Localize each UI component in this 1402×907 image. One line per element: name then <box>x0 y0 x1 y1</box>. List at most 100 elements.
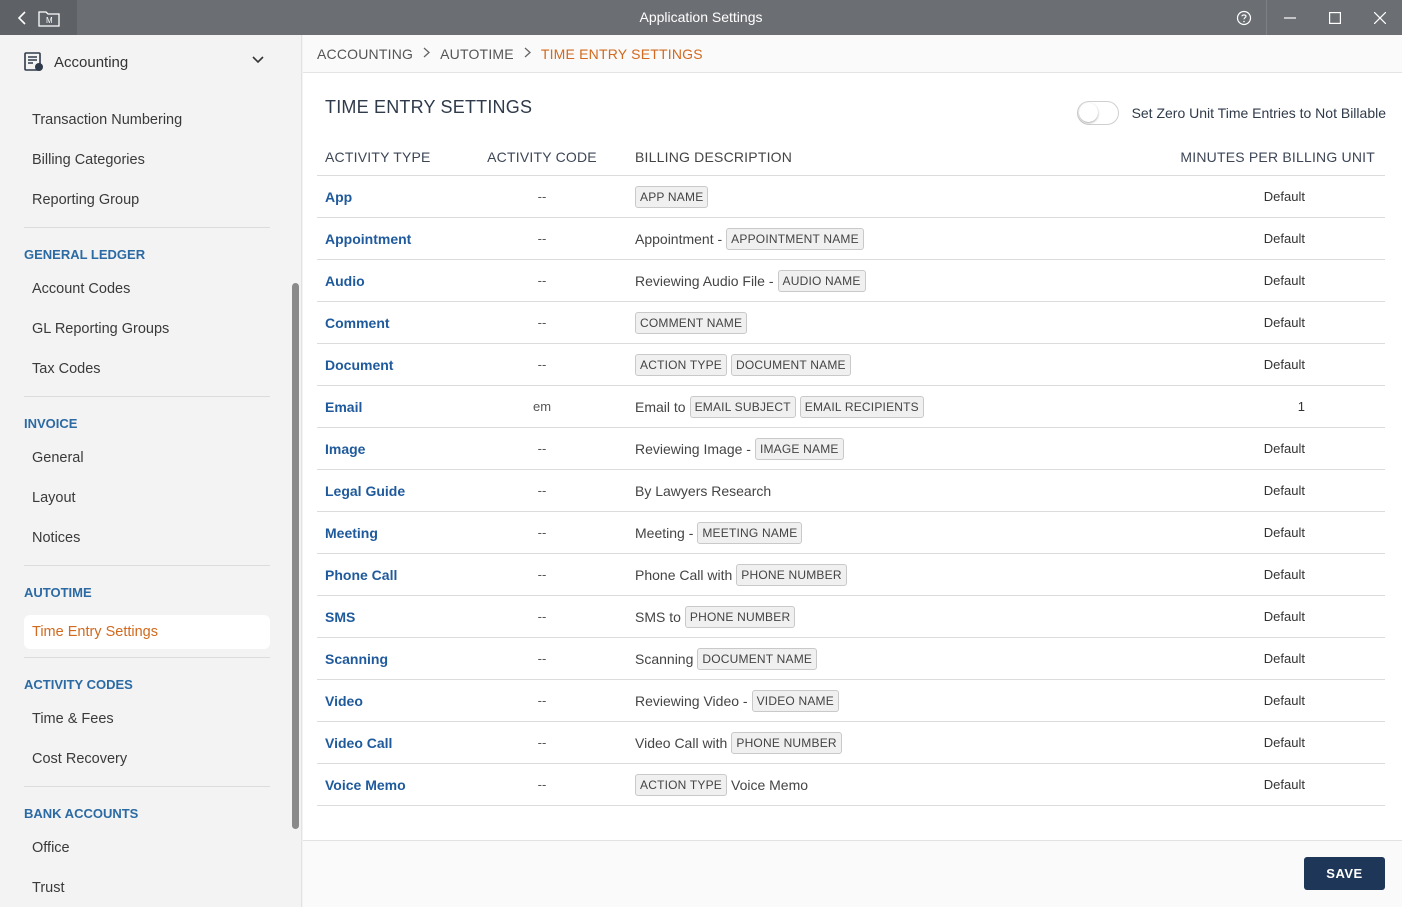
minutes-cell: Default <box>1263 525 1305 540</box>
sidebar-item-cost-recovery[interactable]: Cost Recovery <box>0 744 290 784</box>
placeholder-token: DOCUMENT NAME <box>697 647 818 670</box>
billing-description-cell: Reviewing Audio File - AUDIO NAME <box>617 269 1177 292</box>
module-selector[interactable]: Accounting <box>0 35 290 89</box>
activity-type-link[interactable]: Meeting <box>317 525 467 541</box>
header-minutes-per-billing-unit: MINUTES PER BILLING UNIT <box>1180 148 1375 165</box>
activity-type-link[interactable]: Image <box>317 441 467 457</box>
activity-code-cell: -- <box>537 273 547 288</box>
sidebar-item-layout[interactable]: Layout <box>0 483 290 523</box>
placeholder-token: PHONE NUMBER <box>731 731 842 754</box>
placeholder-token: DOCUMENT NAME <box>731 353 851 376</box>
billing-description-cell: Scanning DOCUMENT NAME <box>617 647 1177 670</box>
folder-m-icon[interactable]: M <box>38 0 60 35</box>
minutes-cell: Default <box>1263 231 1305 246</box>
sidebar-item-reporting-group[interactable]: Reporting Group <box>0 185 290 225</box>
close-button[interactable] <box>1357 0 1402 35</box>
help-button[interactable] <box>1221 0 1266 35</box>
billing-description-cell: COMMENT NAME <box>617 311 1177 334</box>
sidebar-item-time-entry-settings[interactable]: Time Entry Settings <box>24 615 270 649</box>
title-bar-nav: M <box>0 0 77 35</box>
activity-type-link[interactable]: Appointment <box>317 231 467 247</box>
billing-description-cell: Reviewing Image - IMAGE NAME <box>617 437 1177 460</box>
table-row[interactable]: Document -- ACTION TYPE DOCUMENT NAME Defaul… <box>317 344 1385 386</box>
table-row[interactable]: Image -- Reviewing Image - IMAGE NAME Defaul… <box>317 428 1385 470</box>
sidebar-nav: Transaction Numbering Billing Categories… <box>0 105 290 907</box>
table-header: ACTIVITY TYPE ACTIVITY CODE BILLING DESC… <box>317 138 1385 176</box>
title-bar: M Application Settings <box>0 0 1402 35</box>
breadcrumb: ACCOUNTING AUTOTIME TIME ENTRY SETTINGS <box>303 35 1402 73</box>
table-row[interactable]: Comment -- COMMENT NAME Default <box>317 302 1385 344</box>
svg-text:M: M <box>46 16 53 25</box>
table-row[interactable]: Legal Guide -- By Lawyers Research Default <box>317 470 1385 512</box>
description-text: Voice Memo <box>731 776 809 793</box>
activity-type-link[interactable]: Phone Call <box>317 567 467 583</box>
activity-type-link[interactable]: Video Call <box>317 735 467 751</box>
placeholder-token: EMAIL RECIPIENTS <box>799 395 924 418</box>
sidebar-item-account-codes[interactable]: Account Codes <box>0 274 290 314</box>
sidebar-item-general[interactable]: General <box>0 443 290 483</box>
activity-type-link[interactable]: Voice Memo <box>317 777 467 793</box>
sidebar-item-billing-categories[interactable]: Billing Categories <box>0 145 290 185</box>
table-row[interactable]: Email em Email to EMAIL SUBJECT EMAIL RECIPI… <box>317 386 1385 428</box>
minutes-cell: Default <box>1263 651 1305 666</box>
module-label: Accounting <box>54 53 129 71</box>
chevron-down-icon[interactable] <box>251 55 265 65</box>
breadcrumb-accounting[interactable]: ACCOUNTING <box>317 46 413 62</box>
table-row[interactable]: Meeting -- Meeting - MEETING NAME Default <box>317 512 1385 554</box>
maximize-button[interactable] <box>1312 0 1357 35</box>
activity-type-link[interactable]: Audio <box>317 273 467 289</box>
breadcrumb-time-entry-settings: TIME ENTRY SETTINGS <box>540 45 703 62</box>
minutes-cell: Default <box>1263 315 1305 330</box>
activity-type-link[interactable]: SMS <box>317 609 467 625</box>
description-text: By Lawyers Research <box>635 482 772 499</box>
table-row[interactable]: Audio -- Reviewing Audio File - AUDIO NAME D… <box>317 260 1385 302</box>
sidebar-item-transaction-numbering[interactable]: Transaction Numbering <box>0 105 290 145</box>
activity-type-link[interactable]: App <box>317 189 467 205</box>
zero-unit-toggle[interactable] <box>1076 101 1119 125</box>
save-button[interactable]: SAVE <box>1304 857 1385 890</box>
sidebar-item-notices[interactable]: Notices <box>0 523 290 563</box>
sidebar-item-tax-codes[interactable]: Tax Codes <box>0 354 290 394</box>
sidebar-item-trust[interactable]: Trust <box>0 873 290 907</box>
activity-type-link[interactable]: Scanning <box>317 651 467 667</box>
minutes-cell: 1 <box>1297 399 1305 414</box>
breadcrumb-autotime[interactable]: AUTOTIME <box>440 46 514 62</box>
activity-type-link[interactable]: Video <box>317 693 467 709</box>
minutes-cell: Default <box>1263 609 1305 624</box>
back-button[interactable] <box>12 0 32 35</box>
placeholder-token: MEETING NAME <box>697 521 803 544</box>
placeholder-token: IMAGE NAME <box>754 437 844 460</box>
window-controls <box>1221 0 1402 35</box>
activity-type-link[interactable]: Email <box>317 399 467 415</box>
table-row[interactable]: Phone Call -- Phone Call with PHONE NUMBER D… <box>317 554 1385 596</box>
table-row[interactable]: Appointment -- Appointment - APPOINTMENT NA… <box>317 218 1385 260</box>
sidebar-section-autotime: AUTOTIME <box>24 585 92 600</box>
sidebar-divider <box>24 396 270 397</box>
table-row[interactable]: Video Call -- Video Call with PHONE NUMBER D… <box>317 722 1385 764</box>
sidebar-item-time-and-fees[interactable]: Time & Fees <box>0 704 290 744</box>
sidebar-item-office[interactable]: Office <box>0 833 290 873</box>
minimize-icon <box>1283 16 1296 19</box>
sidebar-section-activity-codes: ACTIVITY CODES <box>24 677 133 692</box>
table-row[interactable]: Video -- Reviewing Video - VIDEO NAME Defaul… <box>317 680 1385 722</box>
minutes-cell: Default <box>1263 273 1305 288</box>
table-row[interactable]: Voice Memo -- ACTION TYPE Voice Memo Default <box>317 764 1385 806</box>
description-text: Phone Call with <box>635 566 733 583</box>
table-row[interactable]: Scanning -- Scanning DOCUMENT NAME Default <box>317 638 1385 680</box>
sidebar-divider <box>24 227 270 228</box>
table-row[interactable]: SMS -- SMS to PHONE NUMBER Default <box>317 596 1385 638</box>
placeholder-token: EMAIL SUBJECT <box>689 395 796 418</box>
activity-type-link[interactable]: Legal Guide <box>317 483 467 499</box>
billing-description-cell: SMS to PHONE NUMBER <box>617 605 1177 628</box>
activity-type-link[interactable]: Document <box>317 357 467 373</box>
placeholder-token: PHONE NUMBER <box>684 605 796 628</box>
minutes-cell: Default <box>1263 567 1305 582</box>
sidebar-item-gl-reporting-groups[interactable]: GL Reporting Groups <box>0 314 290 354</box>
table-row[interactable]: App -- APP NAME Default <box>317 176 1385 218</box>
sidebar-scrollbar[interactable] <box>292 283 299 829</box>
description-text: Reviewing Video - <box>635 692 748 709</box>
sidebar-divider <box>24 565 270 566</box>
window-title: Application Settings <box>639 9 763 25</box>
minimize-button[interactable] <box>1267 0 1312 35</box>
activity-type-link[interactable]: Comment <box>317 315 467 331</box>
